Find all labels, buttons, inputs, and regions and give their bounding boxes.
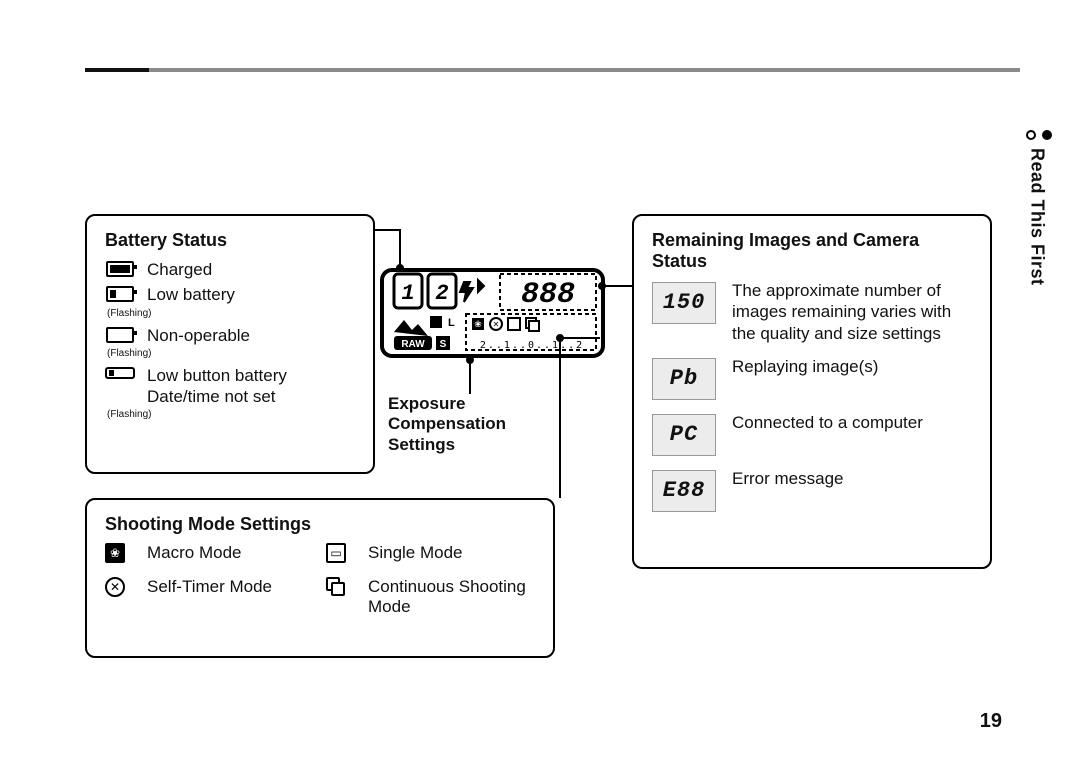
remaining-pc-desc: Connected to a computer [732, 412, 923, 456]
page-number: 19 [980, 710, 1002, 733]
svg-text:✕: ✕ [493, 320, 500, 329]
battery-title: Battery Status [105, 230, 355, 251]
battery-button-row: Low button battery Date/time not set [105, 365, 355, 408]
svg-text:❀: ❀ [474, 319, 482, 329]
side-tab-dots [1026, 130, 1052, 140]
lcd-count: 888 [521, 278, 575, 312]
shooting-mode-panel: Shooting Mode Settings ❀ Macro Mode ▭ Si… [85, 498, 555, 658]
remaining-count-row: 150 The approximate number of images rem… [652, 280, 972, 344]
dot-hollow-icon [1026, 130, 1036, 140]
lcd-raw: RAW [401, 339, 425, 350]
remaining-panel: Remaining Images and Camera Status 150 T… [632, 214, 992, 569]
remaining-err-row: E88 Error message [652, 468, 972, 512]
remaining-pb-desc: Replaying image(s) [732, 356, 878, 400]
battery-low-row: Low battery [105, 284, 355, 305]
remaining-pc-value: PC [652, 414, 716, 456]
battery-full-icon [106, 261, 134, 277]
continuous-label: Continuous Shooting Mode [368, 577, 535, 617]
single-icon: ▭ [326, 543, 346, 563]
remaining-pc-row: PC Connected to a computer [652, 412, 972, 456]
remaining-err-value: E88 [652, 470, 716, 512]
battery-nonop-label: Non-operable [147, 325, 250, 346]
battery-nonop-row: Non-operable [105, 325, 355, 346]
header-rule [85, 68, 1020, 72]
remaining-pb-row: Pb Replaying image(s) [652, 356, 972, 400]
lcd-s: S [440, 339, 447, 350]
button-battery-icon [105, 367, 135, 379]
remaining-count-desc: The approximate number of images remaini… [732, 280, 972, 344]
battery-low-flashing: (Flashing) [107, 308, 355, 319]
lcd-diagram: 1 2 888 L RAW S ❀ ✕ [380, 268, 605, 358]
dot-solid-icon [1042, 130, 1052, 140]
lcd-l: L [448, 317, 455, 329]
battery-empty-icon [106, 327, 134, 343]
continuous-icon [326, 577, 348, 599]
remaining-title: Remaining Images and Camera Status [652, 230, 972, 272]
remaining-err-desc: Error message [732, 468, 843, 512]
exposure-label: ExposureCompensationSettings [388, 394, 506, 455]
remaining-count-value: 150 [652, 282, 716, 324]
lcd-box1: 1 [401, 281, 414, 306]
self-timer-icon: ✕ [105, 577, 125, 597]
battery-low-label: Low battery [147, 284, 235, 305]
side-tab: Read This First [1022, 130, 1052, 286]
battery-status-panel: Battery Status Charged Low battery (Flas… [85, 214, 375, 474]
side-tab-label: Read This First [1027, 148, 1048, 286]
macro-icon: ❀ [105, 543, 125, 563]
shooting-title: Shooting Mode Settings [105, 514, 535, 535]
battery-charged-row: Charged [105, 259, 355, 280]
battery-low-icon [106, 286, 134, 302]
remaining-pb-value: Pb [652, 358, 716, 400]
battery-button-label: Low button battery Date/time not set [147, 365, 355, 408]
battery-charged-label: Charged [147, 259, 212, 280]
macro-label: Macro Mode [147, 543, 314, 563]
single-label: Single Mode [368, 543, 535, 563]
lcd-box2: 2 [435, 281, 448, 306]
self-timer-label: Self-Timer Mode [147, 577, 314, 597]
battery-nonop-flashing: (Flashing) [107, 348, 355, 359]
battery-button-flashing: (Flashing) [107, 409, 355, 420]
lcd-scale: 2..1..0..1..2 [480, 340, 584, 351]
